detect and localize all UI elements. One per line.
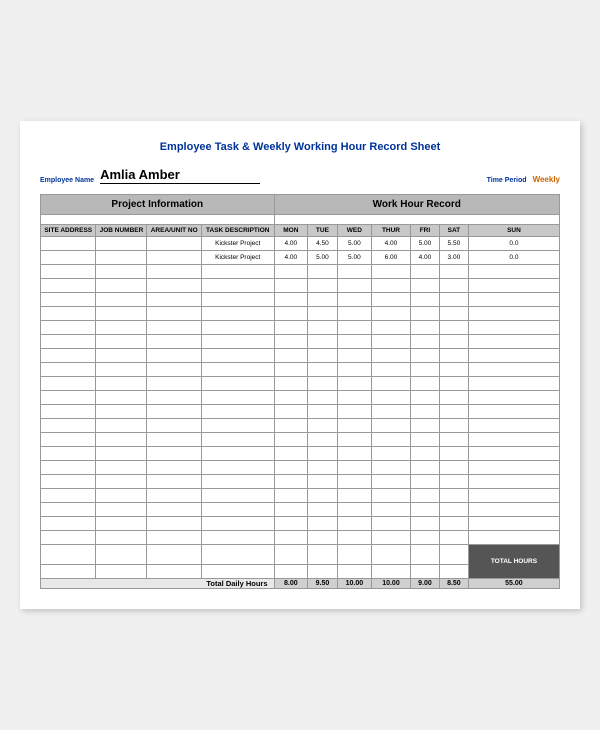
col-thur: THUR: [372, 225, 411, 237]
table-row: [41, 377, 560, 391]
col-site-address: SITE ADDRESS: [41, 225, 96, 237]
col-task-description: TASK DESCRIPTION: [201, 225, 274, 237]
table-row: [41, 391, 560, 405]
table-row: [41, 475, 560, 489]
table-row: [41, 517, 560, 531]
table-row: [41, 307, 560, 321]
table-row: [41, 489, 560, 503]
time-period-value: Weekly: [533, 175, 560, 184]
table-row: Kickster Project 4.00 4.50 5.00 4.00 5.0…: [41, 237, 560, 251]
col-tue: TUE: [308, 225, 338, 237]
time-period-label: Time Period: [487, 177, 527, 184]
col-job-number: JOB NUMBER: [96, 225, 147, 237]
table-row: [41, 433, 560, 447]
table-row: Kickster Project 4.00 5.00 5.00 6.00 4.0…: [41, 251, 560, 265]
col-sat: SAT: [439, 225, 468, 237]
employee-name-label: Employee Name: [40, 177, 94, 184]
main-title: Employee Task & Weekly Working Hour Reco…: [40, 141, 560, 153]
table-row: [41, 279, 560, 293]
table-row: [41, 405, 560, 419]
total-daily-hours-row: Total Daily Hours 8.00 9.50 10.00 10.00 …: [41, 579, 560, 589]
work-hour-header: Work Hour Record: [274, 195, 559, 215]
col-fri: FRI: [410, 225, 439, 237]
total-hours-row: TOTAL HOURS: [41, 545, 560, 565]
main-table: Project Information Work Hour Record SIT…: [40, 194, 560, 589]
table-row: [41, 419, 560, 433]
col-mon: MON: [274, 225, 308, 237]
col-area-unit: AREA/UNIT NO: [147, 225, 202, 237]
col-wed: WED: [337, 225, 371, 237]
table-row: [41, 461, 560, 475]
table-row: [41, 503, 560, 517]
employee-name-value: Amlia Amber: [100, 167, 260, 184]
table-row: [41, 531, 560, 545]
table-row: [41, 349, 560, 363]
col-sun: SUN: [468, 225, 559, 237]
project-info-header: Project Information: [41, 195, 275, 215]
table-row: [41, 321, 560, 335]
table-row: [41, 265, 560, 279]
table-row: [41, 447, 560, 461]
table-row: [41, 335, 560, 349]
table-row: [41, 293, 560, 307]
table-row: [41, 363, 560, 377]
